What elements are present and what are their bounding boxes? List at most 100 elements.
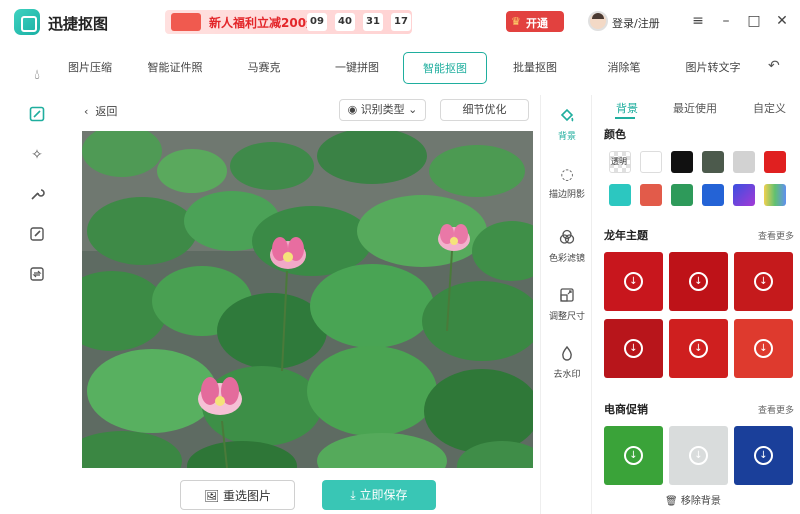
menu-icon[interactable]: ≡	[690, 12, 706, 30]
app-title: 迅捷抠图	[48, 15, 109, 33]
timer-centis: 17	[391, 13, 411, 31]
swatch-light-gray[interactable]	[733, 151, 755, 173]
background-panel: 背景 最近使用 自定义 颜色 透明 龙年主题 查看更多 ↓ ↓ ↓ ↓ ↓ ↓ …	[593, 95, 800, 514]
maximize-icon[interactable]: □	[746, 12, 762, 30]
transparent-label: 透明	[611, 157, 627, 166]
download-icon: ↓	[689, 272, 708, 291]
recognize-type-dropdown[interactable]: ◉ 识别类型 ⌄	[339, 99, 426, 121]
refine-button[interactable]: 细节优化	[440, 99, 529, 121]
chevron-down-icon: ⌄	[404, 103, 418, 116]
dragon-tile[interactable]: ↓	[604, 319, 663, 378]
close-icon[interactable]: ✕	[774, 12, 790, 30]
image-icon: 🖼︎	[203, 489, 224, 503]
panel-tab-custom[interactable]: 自定义	[753, 100, 786, 116]
swatch-purple[interactable]	[733, 184, 755, 206]
tool-stroke-shadow[interactable]: ◌ 描边阴影	[541, 165, 593, 200]
avatar[interactable]	[588, 11, 608, 31]
download-icon: ↓	[624, 446, 643, 465]
tab-id-photo[interactable]: 智能证件照	[140, 52, 210, 84]
tab-eraser[interactable]: 消除笔	[596, 52, 652, 84]
swatch-teal[interactable]	[609, 184, 631, 206]
login-link[interactable]: 登录/注册	[612, 15, 660, 31]
download-icon: ↓	[754, 446, 773, 465]
vip-label: 开通VIP	[526, 17, 548, 44]
reselect-image-button[interactable]: 🖼︎ 重选图片	[180, 480, 295, 510]
ecommerce-tile[interactable]: ↓	[734, 426, 793, 485]
color-filter-icon	[558, 229, 576, 247]
dragon-tile[interactable]: ↓	[734, 319, 793, 378]
cutout-icon[interactable]	[28, 106, 46, 124]
dragon-theme-more[interactable]: 查看更多	[758, 229, 794, 242]
remove-background-button[interactable]: 🗑︎ 移除背景	[661, 492, 725, 507]
tab-compress[interactable]: 图片压缩	[62, 52, 112, 84]
download-icon: ↓	[624, 272, 643, 291]
sparkle-icon[interactable]: ✧	[28, 146, 46, 164]
panel-tab-background[interactable]: 背景	[616, 100, 638, 116]
swatch-coral[interactable]	[640, 184, 662, 206]
promo-banner[interactable]: 新人福利立减200元 09 40 31 17	[165, 10, 412, 34]
remove-background-label: 移除背景	[680, 496, 721, 507]
edit-icon[interactable]	[28, 226, 46, 244]
tab-mosaic[interactable]: 马赛克	[232, 52, 296, 84]
back-button[interactable]: ‹ 返回	[84, 103, 117, 119]
save-button[interactable]: ⤓ 立即保存	[322, 480, 436, 510]
tool-remove-watermark[interactable]: 去水印	[541, 345, 593, 380]
vip-button[interactable]: ♛ 开通VIP	[506, 11, 564, 44]
promo-text: 新人福利立减200元	[209, 16, 319, 30]
dragon-tile[interactable]: ↓	[669, 319, 728, 378]
panel-tab-recent[interactable]: 最近使用	[673, 100, 717, 116]
tool-remove-watermark-label: 去水印	[553, 370, 581, 380]
download-icon: ↓	[624, 339, 643, 358]
watermark-icon	[558, 345, 576, 363]
tool-resize-label: 调整尺寸	[548, 312, 585, 322]
swatch-transparent[interactable]: 透明	[609, 151, 631, 173]
lotus-pond-image	[82, 131, 533, 468]
dragon-tile[interactable]: ↓	[669, 252, 728, 311]
chevron-left-icon: ‹	[84, 105, 96, 118]
swatch-white[interactable]	[640, 151, 662, 173]
tool-color-filter-label: 色彩滤镜	[548, 254, 585, 264]
tool-background[interactable]: 背景	[541, 107, 593, 142]
recognize-type-label: 识别类型	[360, 103, 405, 116]
colors-title: 颜色	[604, 128, 626, 141]
ecommerce-title: 电商促销	[604, 403, 648, 416]
undo-icon[interactable]: ↶	[768, 58, 780, 74]
ecommerce-tile[interactable]: ↓	[669, 426, 728, 485]
tool-color-filter[interactable]: 色彩滤镜	[541, 229, 593, 264]
dragon-tile[interactable]: ↓	[604, 252, 663, 311]
swatch-red[interactable]	[764, 151, 786, 173]
swatch-blue[interactable]	[702, 184, 724, 206]
download-icon: ⤓	[350, 488, 360, 502]
app-logo-icon	[14, 9, 40, 35]
swatch-gradient[interactable]	[764, 184, 786, 206]
tool-column: 背景 ◌ 描边阴影 色彩滤镜 调整尺寸 去水印	[540, 95, 592, 514]
tab-collage[interactable]: 一键拼图	[324, 52, 390, 84]
drop-icon[interactable]: 💧︎	[28, 66, 46, 84]
ecommerce-more[interactable]: 查看更多	[758, 403, 794, 416]
back-label: 返回	[95, 105, 118, 118]
ecommerce-tile[interactable]: ↓	[604, 426, 663, 485]
eye-icon: ◉	[347, 103, 361, 116]
download-icon: ↓	[689, 446, 708, 465]
download-icon: ↓	[754, 339, 773, 358]
convert-icon[interactable]	[28, 266, 46, 284]
crown-icon: ♛	[511, 15, 521, 28]
dragon-theme-title: 龙年主题	[604, 229, 648, 242]
tool-resize[interactable]: 调整尺寸	[541, 287, 593, 322]
swatch-dark-green[interactable]	[702, 151, 724, 173]
tab-batch-cutout[interactable]: 批量抠图	[502, 52, 568, 84]
image-canvas[interactable]	[82, 131, 533, 468]
timer-minutes: 40	[335, 13, 355, 31]
tab-smart-cutout[interactable]: 智能抠图	[403, 52, 487, 84]
swatch-black[interactable]	[671, 151, 693, 173]
minimize-icon[interactable]: –	[718, 12, 734, 30]
tool-background-label: 背景	[557, 132, 576, 142]
left-nav: 💧︎ ✧	[0, 44, 72, 514]
save-label: 立即保存	[359, 488, 408, 502]
tab-image-to-text[interactable]: 图片转文字	[678, 52, 748, 84]
active-tab-indicator	[615, 117, 635, 119]
wrench-icon[interactable]	[28, 186, 46, 204]
dragon-tile[interactable]: ↓	[734, 252, 793, 311]
resize-icon	[558, 287, 576, 305]
swatch-green[interactable]	[671, 184, 693, 206]
